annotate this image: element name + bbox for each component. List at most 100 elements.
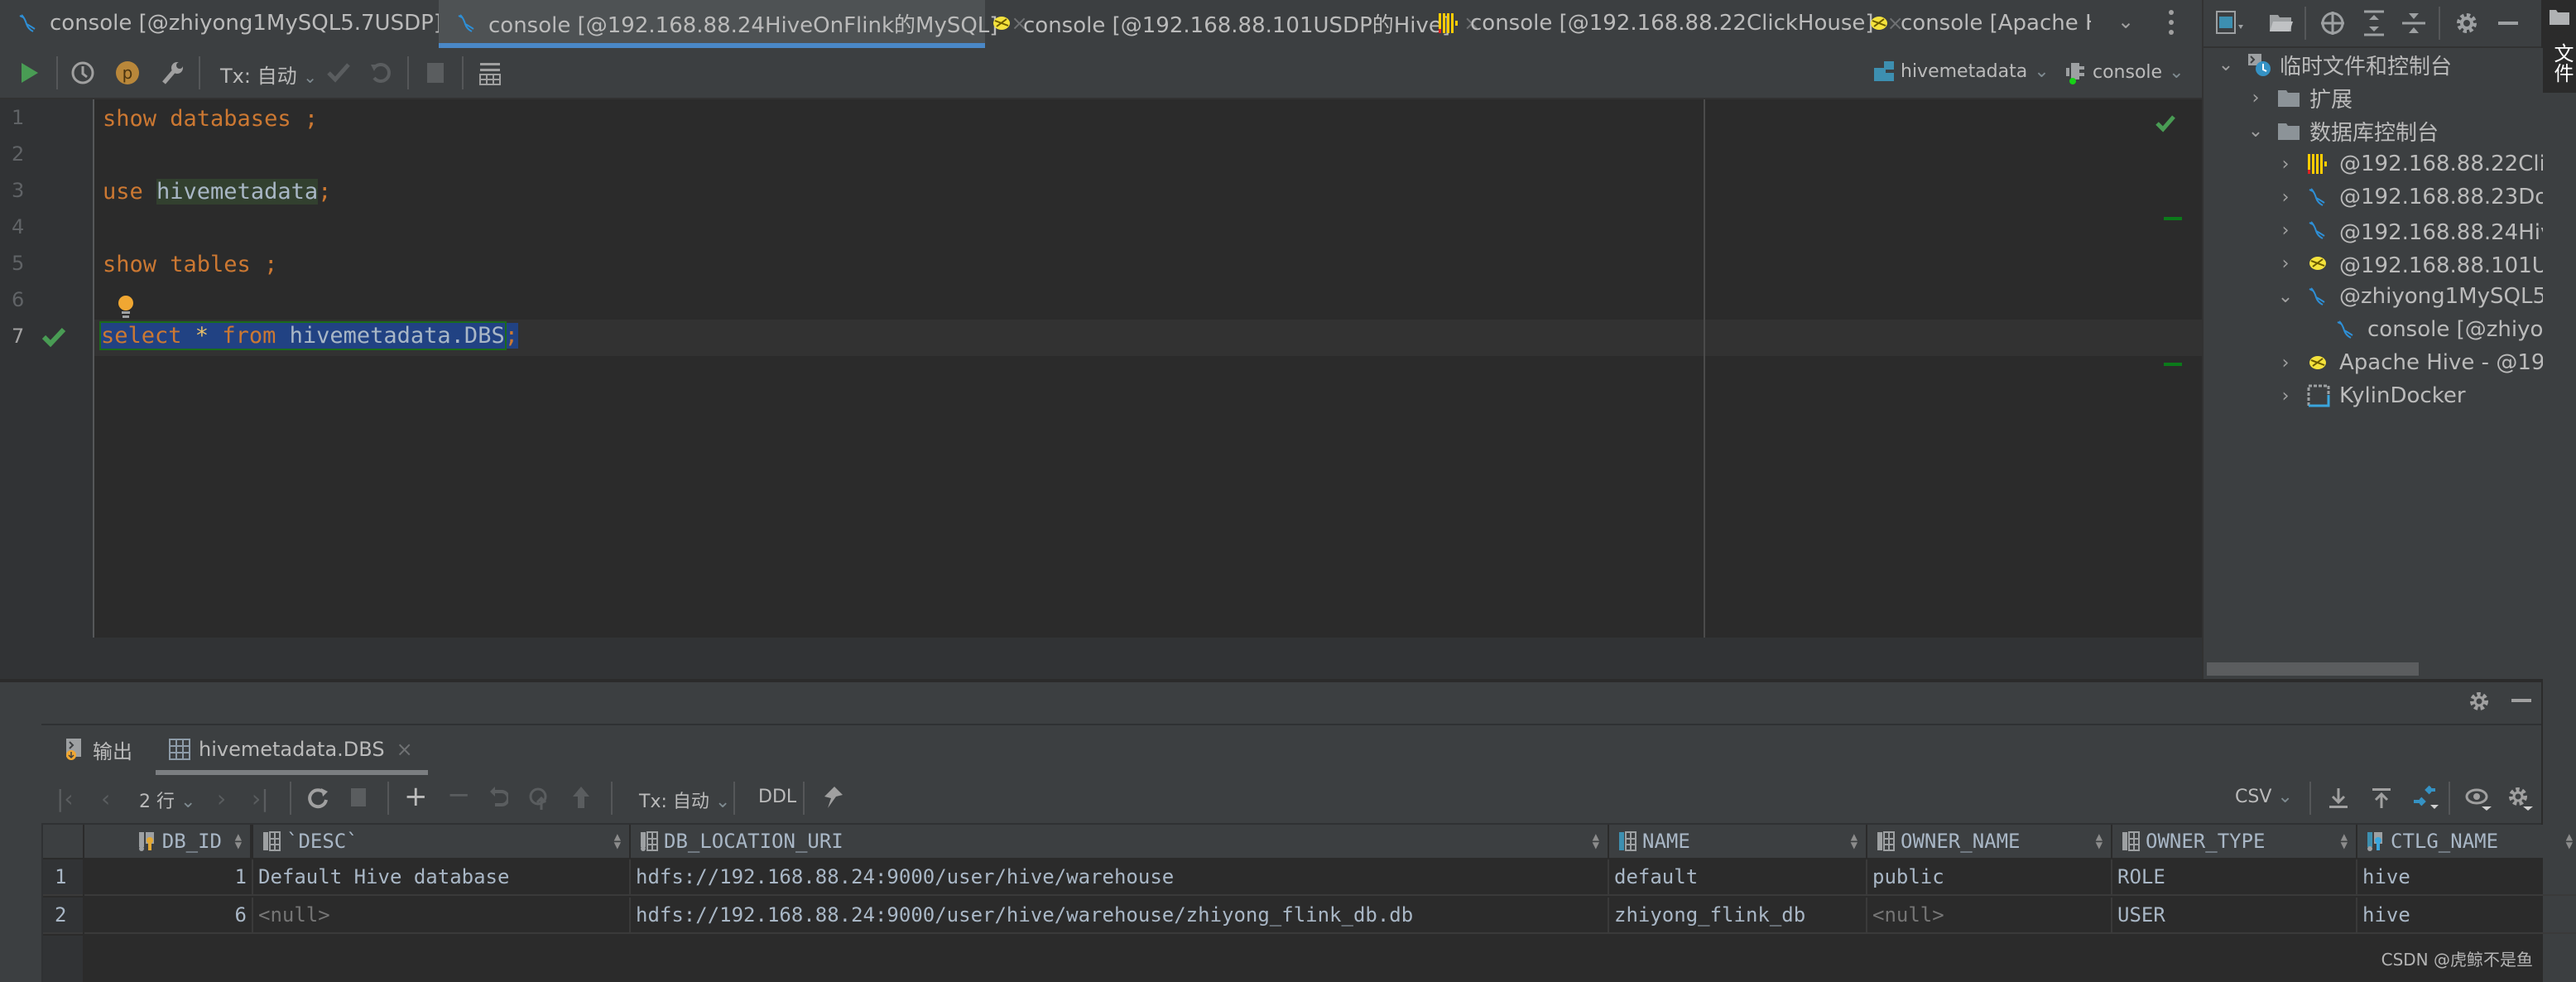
change-marker[interactable]: [2164, 217, 2182, 220]
grid-cell[interactable]: Default Hive database: [253, 859, 631, 896]
code-line-3[interactable]: use hivemetadata;: [103, 179, 331, 205]
chevron-right-icon[interactable]: ›: [2275, 220, 2296, 241]
collapse-all-icon[interactable]: [2399, 8, 2429, 38]
close-icon[interactable]: ×: [396, 738, 413, 761]
chevron-right-icon[interactable]: ›: [2245, 88, 2266, 108]
column-header-desc[interactable]: `DESC` ▲ ▼: [253, 825, 631, 858]
sort-toggle-icon[interactable]: ▲ ▼: [1851, 831, 1858, 851]
column-header-owner-name[interactable]: OWNER_NAME ▲ ▼: [1867, 825, 2112, 858]
session-selector[interactable]: console ⌄: [2064, 60, 2184, 84]
tab-output[interactable]: 输出: [65, 725, 132, 773]
download-export-icon[interactable]: [2328, 787, 2349, 810]
compare-arrows-icon[interactable]: [2412, 785, 2440, 811]
ddl-button[interactable]: DDL: [758, 787, 796, 807]
code-line-7[interactable]: select * from hivemetadata.DBS;: [99, 321, 518, 350]
tree-item-usdp-hive[interactable]: › @192.168.88.101USDP的Hive: [2275, 247, 2543, 280]
row-number[interactable]: 2: [43, 898, 83, 934]
sort-toggle-icon[interactable]: ▲ ▼: [235, 831, 242, 851]
sql-editor[interactable]: 1 2 3 4 5 6 7 show databases ; use hivem…: [0, 99, 2202, 682]
row-number[interactable]: 1: [43, 859, 83, 896]
intention-lightbulb-icon[interactable]: [116, 295, 136, 320]
chevron-right-icon[interactable]: ›: [2275, 386, 2296, 407]
grid-cell[interactable]: zhiyong_flink_db: [1609, 898, 1867, 934]
view-options-icon[interactable]: [2215, 8, 2245, 38]
grid-cell[interactable]: USER: [2112, 898, 2357, 934]
chevron-right-icon[interactable]: ›: [2275, 253, 2296, 274]
chevron-right-icon[interactable]: ›: [2275, 353, 2296, 373]
settings-wrench-icon[interactable]: [159, 60, 185, 86]
tree-item-extensions[interactable]: › 扩展: [2245, 81, 2353, 114]
sort-toggle-icon[interactable]: ▲ ▼: [614, 831, 621, 851]
chevron-right-icon[interactable]: ›: [2275, 187, 2296, 208]
grid-cell[interactable]: 6: [84, 898, 253, 934]
hide-panel-minus-icon[interactable]: [2493, 8, 2523, 38]
view-eye-icon[interactable]: [2465, 787, 2493, 811]
tab-list-chevron-icon[interactable]: ⌄: [2117, 10, 2134, 33]
tree-item-apache-hive[interactable]: › Apache Hive - @192.168.88.101: [2275, 346, 2543, 379]
chevron-down-icon[interactable]: ⌄: [2275, 286, 2296, 307]
upload-import-icon[interactable]: [2371, 787, 2392, 810]
delete-row-icon[interactable]: −: [447, 778, 471, 811]
tab-console-hiveonflink[interactable]: console [@192.168.88.24HiveOnFlink的MySQL…: [439, 0, 1028, 48]
grid-cell[interactable]: 1: [84, 859, 253, 896]
inspection-ok-check-icon[interactable]: [2155, 114, 2175, 132]
more-vertical-icon[interactable]: [2167, 8, 2175, 36]
sort-toggle-icon[interactable]: ▲ ▼: [1593, 831, 1599, 851]
stop-icon[interactable]: [427, 63, 444, 83]
tree-horizontal-scrollbar[interactable]: [2207, 662, 2419, 676]
change-marker[interactable]: [2164, 363, 2182, 366]
tree-item-database-consoles[interactable]: ⌄ 数据库控制台: [2245, 114, 2439, 147]
previous-page-icon[interactable]: ‹: [101, 785, 110, 812]
settings-gear-icon[interactable]: [2506, 785, 2535, 811]
tree-item-scratches-root[interactable]: ⌄ 临时文件和控制台: [2215, 48, 2452, 81]
grid-cell-null[interactable]: <null>: [253, 898, 631, 934]
column-header-db-location-uri[interactable]: DB_LOCATION_URI ▲ ▼: [631, 825, 1609, 858]
tab-console-zhiyong1[interactable]: console [@zhiyong1MySQL5.7USDP] ×: [0, 0, 472, 46]
row-count-dropdown[interactable]: 2 行 ⌄: [139, 787, 195, 813]
tree-item-kylin[interactable]: › KylinDocker: [2275, 379, 2466, 412]
sort-toggle-icon[interactable]: ▲ ▼: [2566, 831, 2573, 851]
column-header-name[interactable]: NAME ▲ ▼: [1609, 825, 1867, 858]
upload-arrow-icon[interactable]: [571, 785, 591, 810]
expand-all-icon[interactable]: [2359, 8, 2389, 38]
locate-crosshair-icon[interactable]: [2318, 8, 2348, 38]
result-grid[interactable]: DB_ID ▲ ▼ `DESC` ▲ ▼ DB_LOCATION_URI ▲ ▼ NA…: [43, 825, 2576, 982]
settings-gear-icon[interactable]: [2467, 689, 2492, 714]
tree-item-doris[interactable]: › @192.168.88.23DorisDocker: [2275, 181, 2543, 214]
grid-cell[interactable]: ROLE: [2112, 859, 2357, 896]
output-layout-icon[interactable]: [478, 61, 502, 86]
parameters-p-icon[interactable]: p: [114, 60, 141, 86]
open-folder-icon[interactable]: [2266, 8, 2296, 38]
grid-cell-null[interactable]: <null>: [1867, 898, 2112, 934]
next-page-icon[interactable]: ›: [217, 785, 226, 812]
stop-icon[interactable]: [351, 788, 366, 806]
add-row-icon[interactable]: +: [404, 780, 428, 813]
commit-check-icon[interactable]: [326, 61, 351, 84]
execute-run-icon[interactable]: [20, 61, 40, 84]
history-clock-icon[interactable]: [70, 60, 96, 86]
tab-console-apache-hive[interactable]: console [Apache Hiv: [1867, 0, 2091, 46]
submit-changes-icon[interactable]: [528, 787, 551, 811]
code-line-5[interactable]: show tables ;: [103, 252, 277, 277]
schema-selector[interactable]: hivemetadata ⌄: [1872, 60, 2050, 83]
grid-cell[interactable]: hdfs://192.168.88.24:9000/user/hive/ware…: [631, 859, 1609, 896]
code-line-1[interactable]: show databases ;: [103, 106, 318, 132]
column-header-db-id[interactable]: DB_ID ▲ ▼: [84, 825, 252, 858]
sort-toggle-icon[interactable]: ▲ ▼: [2341, 831, 2348, 851]
first-page-icon[interactable]: |‹: [56, 785, 74, 812]
column-header-ctlg-name[interactable]: CTLG_NAME ▲ ▼: [2357, 825, 2576, 858]
hide-panel-minus-icon[interactable]: [2511, 699, 2531, 702]
tree-item-hiveonflink-mysql[interactable]: › @192.168.88.24HiveOnFlink的MySQL: [2275, 214, 2543, 247]
tree-item-console-zhiyong1[interactable]: console [@zhiyong1MySQL5.7USDP]: [2334, 313, 2543, 346]
last-page-icon[interactable]: ›|: [252, 785, 269, 812]
chevron-right-icon[interactable]: ›: [2275, 154, 2296, 175]
side-tab-files[interactable]: 文件: [2543, 0, 2576, 93]
tree-item-clickhouse[interactable]: › @192.168.88.22ClickHouse: [2275, 147, 2543, 181]
grid-cell[interactable]: hive: [2357, 859, 2576, 896]
pin-tab-icon[interactable]: [821, 785, 844, 811]
tab-console-clickhouse[interactable]: console [@192.168.88.22ClickHouse] ×: [1437, 0, 1904, 46]
transaction-mode-dropdown[interactable]: Tx: 自动 ⌄: [639, 787, 730, 813]
transaction-mode-dropdown[interactable]: Tx: 自动 ⌄: [220, 60, 317, 89]
grid-cell[interactable]: public: [1867, 859, 2112, 896]
chevron-down-icon[interactable]: ⌄: [2215, 55, 2237, 75]
